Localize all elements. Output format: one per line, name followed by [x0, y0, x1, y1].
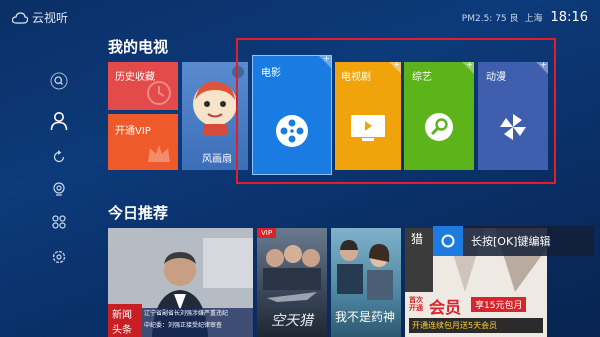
highlight-box — [236, 38, 556, 184]
recommend-title: 今日推荐 — [108, 204, 169, 222]
vip-label: 开通VIP — [115, 126, 151, 137]
news-headline-tile[interactable]: 新闻 头条 辽宁省副省长刘强涉嫌严重违纪 中纪委：刘强正接受纪律审查 — [108, 228, 253, 337]
app-name: 云视听 — [32, 11, 69, 25]
history-favorites-tile[interactable]: 历史收藏 — [108, 62, 178, 110]
air-quality: PM2.5: 75 良 — [461, 14, 519, 24]
news-caption-2: 中纪委：刘强正接受纪律审查 — [144, 322, 223, 329]
vip-badge: VIP — [257, 228, 277, 238]
vip-tile[interactable]: 开通VIP — [108, 114, 178, 170]
movie-poster-2-tile[interactable]: 我不是药神 — [331, 228, 401, 337]
my-tv-title: 我的电视 — [108, 38, 169, 56]
nav-broadcast[interactable] — [44, 174, 74, 204]
nav-user[interactable] — [44, 106, 74, 136]
search-icon — [50, 72, 68, 90]
news-tag: 新闻 头条 — [108, 304, 142, 337]
promo-text-1: 首次 — [409, 296, 423, 304]
promo-text-2: 开通 — [409, 304, 423, 312]
news-caption-1: 辽宁省副省长刘强涉嫌严重违纪 — [144, 310, 229, 317]
promo-price: 享15元包月 — [471, 297, 527, 312]
edit-hint-toast: 长按[OK]键编辑 — [433, 226, 594, 256]
city-label: 上海 — [524, 14, 543, 24]
refresh-icon — [53, 150, 65, 163]
edit-hint-text: 长按[OK]键编辑 — [471, 235, 551, 248]
news-tag-line-1: 新闻 — [112, 310, 132, 321]
news-tag-line-2: 头条 — [112, 325, 132, 336]
nav-refresh[interactable] — [44, 142, 74, 172]
broadcast-icon — [53, 182, 65, 196]
movie-poster-1-tile[interactable]: VIP 空天猎 — [257, 228, 327, 337]
nav-apps[interactable] — [44, 207, 74, 237]
cloud-icon — [12, 11, 28, 24]
app-logo: 云视听 — [12, 9, 68, 26]
top-bar: 云视听 PM2.5: 75 良 上海 18:16 — [0, 0, 600, 34]
promo-member: 会员 — [429, 298, 462, 317]
poster-label: 风画扇 — [202, 154, 232, 165]
cartoon-character-image — [193, 81, 237, 136]
promo-first-time: 首次 开通 — [409, 296, 423, 312]
nav-settings[interactable] — [44, 242, 74, 272]
movie-1-title: 空天猎 — [271, 313, 313, 329]
promo-corner-glyph: 猎 — [411, 232, 424, 246]
status-area: PM2.5: 75 良 上海 18:16 — [456, 10, 588, 25]
clock: 18:16 — [550, 10, 588, 25]
promo-subscription: 开通连续包月送5天会员 — [409, 318, 543, 333]
ok-button-icon — [433, 226, 463, 256]
user-icon — [50, 112, 68, 131]
nav-search[interactable] — [44, 66, 74, 96]
apps-icon — [52, 215, 66, 229]
movie-2-title: 我不是药神 — [335, 310, 396, 324]
vip-crown-icon — [148, 145, 170, 162]
settings-icon — [52, 250, 66, 264]
clock-icon — [147, 81, 171, 105]
